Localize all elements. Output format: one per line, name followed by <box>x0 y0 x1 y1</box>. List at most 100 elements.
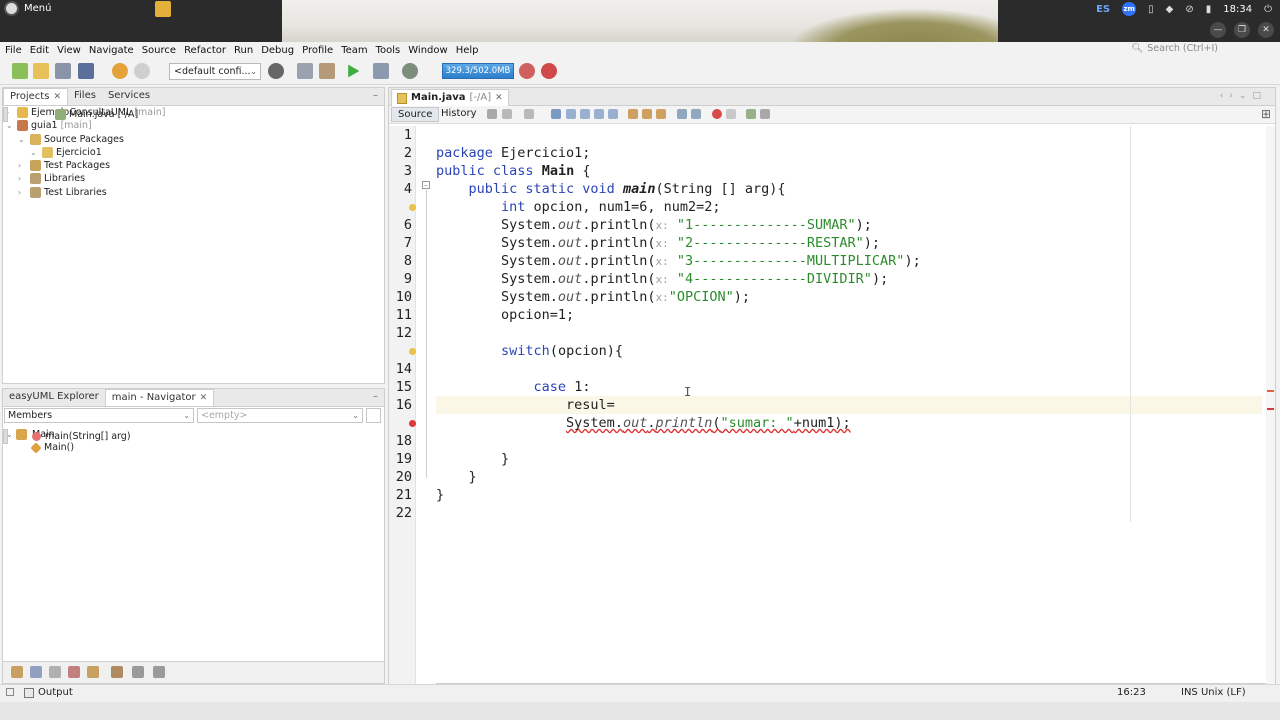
tree-item-libraries[interactable]: › Libraries <box>3 172 384 185</box>
editor-tab-controls[interactable]: ‹›⌄□ <box>1220 91 1267 101</box>
minimize-icon[interactable]: — <box>1210 22 1226 38</box>
error-icon[interactable] <box>409 420 416 427</box>
wifi-icon[interactable]: ◆ <box>1166 4 1174 15</box>
menu-window[interactable]: Window <box>408 45 447 56</box>
menu-debug[interactable]: Debug <box>261 45 294 56</box>
undo-icon[interactable] <box>112 63 128 79</box>
redo-icon[interactable] <box>134 63 150 79</box>
menu-run[interactable]: Run <box>234 45 253 56</box>
forward-icon[interactable] <box>502 109 512 119</box>
filter-icon[interactable] <box>49 666 61 678</box>
keyboard-layout[interactable]: ES <box>1096 4 1110 15</box>
file-manager-icon[interactable] <box>155 1 171 17</box>
clipboard-icon[interactable]: ▯ <box>1148 4 1154 15</box>
tree-item-main-java[interactable]: Main.java [-/A] <box>3 107 138 122</box>
back-icon[interactable] <box>487 109 497 119</box>
menu-view[interactable]: View <box>57 45 81 56</box>
tab-files[interactable]: Files <box>68 88 102 105</box>
tab-easyuml-explorer[interactable]: easyUML Explorer <box>3 389 105 406</box>
tree-item-guia1[interactable]: ⌄ guia1 [main] <box>3 119 384 132</box>
open-project-icon[interactable] <box>55 63 71 79</box>
save-all-icon[interactable] <box>78 63 94 79</box>
close-icon[interactable]: ✕ <box>53 92 61 102</box>
profile-icon[interactable] <box>402 63 418 79</box>
clock[interactable]: 18:34 <box>1223 4 1252 15</box>
battery-icon[interactable]: ▮ <box>1206 4 1212 15</box>
stop-macro-icon[interactable] <box>726 109 736 119</box>
filter-icon[interactable] <box>30 666 42 678</box>
previous-bookmark-icon[interactable] <box>628 109 638 119</box>
filter-icon[interactable] <box>87 666 99 678</box>
tree-item-ejercicio1[interactable]: ⌄ Ejercicio1 <box>3 146 384 159</box>
find-next-icon[interactable] <box>580 109 590 119</box>
menu-edit[interactable]: Edit <box>30 45 49 56</box>
memory-indicator[interactable]: 329.3/502.0MB <box>442 63 514 79</box>
history-view-button[interactable]: History <box>436 107 482 122</box>
power-icon[interactable]: ⏻ <box>1264 4 1272 15</box>
filter-icon[interactable] <box>11 666 23 678</box>
tree-item-test-libraries[interactable]: › Test Libraries <box>3 186 384 199</box>
output-button[interactable]: Output <box>24 687 73 698</box>
os-menu-button[interactable]: Menú <box>4 1 51 16</box>
caret-position[interactable]: 16:23 <box>1117 687 1146 698</box>
code-area[interactable]: package Ejercicio1; public class Main { … <box>436 126 1274 684</box>
menu-help[interactable]: Help <box>456 45 479 56</box>
insert-mode[interactable]: INS Unix (LF) <box>1181 687 1246 698</box>
menu-file[interactable]: File <box>5 45 22 56</box>
find-previous-icon[interactable] <box>566 109 576 119</box>
minimize-panel-icon[interactable]: – <box>373 391 378 402</box>
menu-team[interactable]: Team <box>341 45 367 56</box>
notifications-icon[interactable] <box>6 688 14 696</box>
debug-icon[interactable] <box>373 63 389 79</box>
menu-source[interactable]: Source <box>142 45 176 56</box>
globe-icon[interactable] <box>268 63 284 79</box>
tree-item-test-packages[interactable]: › Test Packages <box>3 159 384 172</box>
fold-icon[interactable]: – <box>422 181 430 189</box>
run-icon[interactable] <box>348 64 360 78</box>
toggle-bookmark-icon[interactable] <box>656 109 666 119</box>
hint-bulb-icon[interactable] <box>409 204 416 211</box>
menu-navigate[interactable]: Navigate <box>89 45 134 56</box>
hint-bulb-icon[interactable] <box>409 348 416 355</box>
new-project-icon[interactable] <box>33 63 49 79</box>
shift-right-icon[interactable] <box>691 109 701 119</box>
toggle-search-icon[interactable] <box>608 109 618 119</box>
build-hammer-icon[interactable] <box>297 63 313 79</box>
search-box[interactable]: 🔍︎ Search (Ctrl+I) <box>1131 43 1218 54</box>
sort-icon[interactable] <box>132 666 144 678</box>
close-icon[interactable]: ✕ <box>200 393 208 403</box>
warning-mark[interactable] <box>1267 390 1274 392</box>
chevron-right-icon[interactable]: › <box>18 186 21 199</box>
gc-icon[interactable] <box>519 63 535 79</box>
toggle-highlight-icon[interactable] <box>594 109 604 119</box>
minimize-panel-icon[interactable]: – <box>373 90 378 101</box>
source-view-button[interactable]: Source <box>391 107 440 122</box>
shift-left-icon[interactable] <box>677 109 687 119</box>
sort-icon[interactable] <box>153 666 165 678</box>
tree-item-source-packages[interactable]: ⌄ Source Packages <box>3 133 384 146</box>
chevron-down-icon[interactable]: ⌄ <box>18 133 25 146</box>
close-icon[interactable]: ✕ <box>495 90 503 106</box>
nav-item-constructor[interactable]: Main() <box>3 441 384 454</box>
filter-icon[interactable] <box>111 666 123 678</box>
error-mark[interactable] <box>1267 408 1274 410</box>
filter-icon[interactable] <box>68 666 80 678</box>
find-icon[interactable] <box>551 109 561 119</box>
menu-profile[interactable]: Profile <box>302 45 333 56</box>
context-select[interactable]: <empty> ⌄ <box>197 408 363 423</box>
restore-icon[interactable]: ❐ <box>1234 22 1250 38</box>
chevron-down-icon[interactable]: ⌄ <box>30 146 37 159</box>
network-icon[interactable]: ⊘ <box>1185 4 1193 15</box>
record-macro-icon[interactable] <box>712 109 722 119</box>
menu-tools[interactable]: Tools <box>376 45 401 56</box>
stop-profiling-icon[interactable] <box>541 63 557 79</box>
nav-item-main-method[interactable]: main(String[] arg) <box>3 429 131 444</box>
menu-refactor[interactable]: Refactor <box>184 45 226 56</box>
tab-navigator[interactable]: main - Navigator ✕ <box>104 389 215 406</box>
next-bookmark-icon[interactable] <box>642 109 652 119</box>
chevron-right-icon[interactable]: › <box>18 159 21 172</box>
navigator-options-icon[interactable] <box>366 408 381 423</box>
chevron-right-icon[interactable]: › <box>18 172 21 185</box>
tab-projects[interactable]: Projects ✕ <box>3 88 68 105</box>
comment-icon[interactable] <box>746 109 756 119</box>
